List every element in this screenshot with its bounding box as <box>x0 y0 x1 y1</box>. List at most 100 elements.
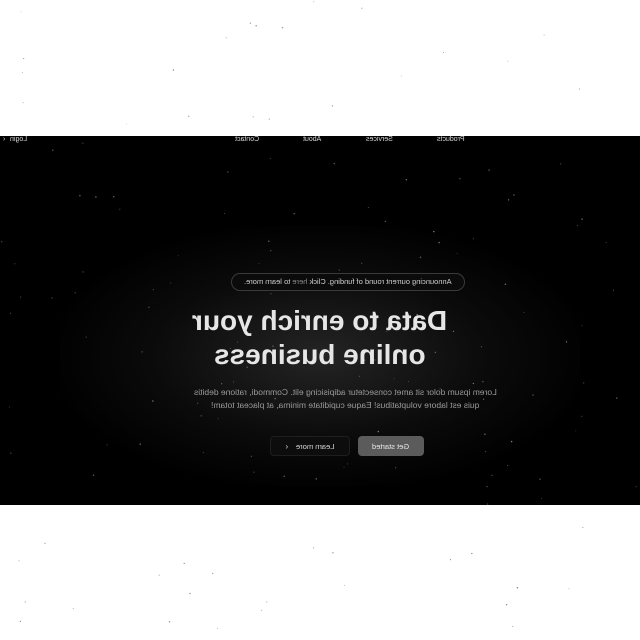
hero-description: Lorem ipsum dolor sit amet consectetur a… <box>160 386 530 412</box>
star-speck <box>106 444 108 446</box>
headline-line-1: Data to enrich your <box>192 305 448 336</box>
star-speck <box>119 208 121 210</box>
star-speck <box>255 24 257 27</box>
star-speck <box>92 474 95 477</box>
star-speck <box>395 467 397 469</box>
learn-more-button[interactable]: › Learn more <box>270 436 350 456</box>
star-speck <box>82 271 84 273</box>
star-speck <box>139 443 141 445</box>
star-speck <box>148 306 150 308</box>
star-speck <box>579 88 581 90</box>
star-speck <box>568 588 570 590</box>
nav-item-label: Contact <box>235 136 260 143</box>
star-speck <box>367 207 369 208</box>
star-speck <box>338 269 340 271</box>
star-speck <box>233 381 235 383</box>
star-speck <box>377 430 380 433</box>
star-speck <box>615 397 618 399</box>
star-speck <box>22 102 24 104</box>
star-speck <box>405 179 407 181</box>
nav-item-products[interactable]: Products <box>437 136 465 144</box>
nav-item-label: About <box>303 136 322 143</box>
star-speck <box>344 584 345 586</box>
star-speck <box>523 312 525 313</box>
get-started-button[interactable]: Get started <box>358 436 424 456</box>
star-speck <box>393 378 395 380</box>
star-speck <box>20 296 22 298</box>
nav-item-label: Services <box>366 136 393 143</box>
star-speck <box>10 452 12 454</box>
star-speck <box>419 256 422 259</box>
star-speck <box>8 406 10 408</box>
announcement-text: Announcing ourrent round of funding. Cli… <box>244 274 452 290</box>
star-speck <box>18 560 20 562</box>
star-speck <box>268 118 270 120</box>
star-speck <box>253 471 255 473</box>
star-speck <box>44 542 46 544</box>
star-speck <box>507 465 509 466</box>
star-speck <box>170 282 172 284</box>
star-speck <box>315 478 317 480</box>
star-speck <box>168 621 171 623</box>
announcement-prefix: Announcing ourrent round of funding. Cli… <box>307 277 452 286</box>
star-speck <box>635 486 637 488</box>
star-speck <box>268 240 270 242</box>
star-speck <box>539 478 541 480</box>
star-speck <box>126 123 128 125</box>
star-speck <box>312 547 315 549</box>
star-speck <box>491 474 493 477</box>
star-speck <box>472 382 475 385</box>
star-speck <box>507 199 510 201</box>
chevron-right-icon: › <box>3 136 6 143</box>
star-speck <box>543 34 545 36</box>
get-started-label: Get started <box>372 441 410 451</box>
star-speck <box>358 375 360 377</box>
nav-item-contact[interactable]: Contact <box>235 136 259 144</box>
star-speck <box>485 451 487 453</box>
star-speck <box>576 224 579 227</box>
star-speck <box>581 415 583 417</box>
star-speck <box>293 213 295 215</box>
learn-more-label: Learn more <box>296 441 335 451</box>
announcement-link[interactable]: here <box>293 277 308 286</box>
star-speck <box>510 440 513 443</box>
star-speck <box>51 297 53 299</box>
nav-item-services[interactable]: Services <box>366 136 393 144</box>
star-speck <box>217 418 219 420</box>
star-speck <box>532 394 534 396</box>
login-link[interactable]: › Login <box>3 136 27 144</box>
star-speck <box>252 116 254 118</box>
nav-item-about[interactable]: About <box>303 136 321 144</box>
star-speck <box>283 475 285 477</box>
star-speck <box>24 601 26 603</box>
description-line-1: Lorem ipsum dolor sit amet consectetur a… <box>193 387 497 397</box>
star-speck <box>200 415 202 417</box>
star-speck <box>438 241 440 244</box>
star-speck <box>361 7 363 9</box>
star-speck <box>23 58 25 60</box>
star-speck <box>217 627 219 629</box>
star-speck <box>513 194 515 196</box>
announcement-badge[interactable]: Announcing ourrent round of funding. Cli… <box>231 273 465 291</box>
star-speck <box>333 162 335 165</box>
star-speck <box>172 69 175 71</box>
star-speck <box>480 346 483 348</box>
star-speck <box>581 325 583 327</box>
page: › Login Products Services About Contact … <box>0 0 640 640</box>
star-speck <box>249 22 252 24</box>
star-speck <box>95 196 97 198</box>
star-speck <box>433 230 435 233</box>
headline-line-2: online business <box>214 339 426 370</box>
chevron-right-icon: › <box>285 441 289 451</box>
star-speck <box>332 551 334 554</box>
star-speck <box>565 341 568 343</box>
star-speck <box>471 552 473 555</box>
description-line-2: quis est labore voluptatibus! Eaque cupi… <box>210 400 480 410</box>
star-speck <box>605 242 607 243</box>
star-speck <box>1 241 3 243</box>
star-speck <box>575 430 577 432</box>
star-speck <box>343 466 345 468</box>
hero-section: › Login Products Services About Contact … <box>0 136 640 505</box>
star-speck <box>221 383 223 385</box>
star-speck <box>152 400 154 402</box>
